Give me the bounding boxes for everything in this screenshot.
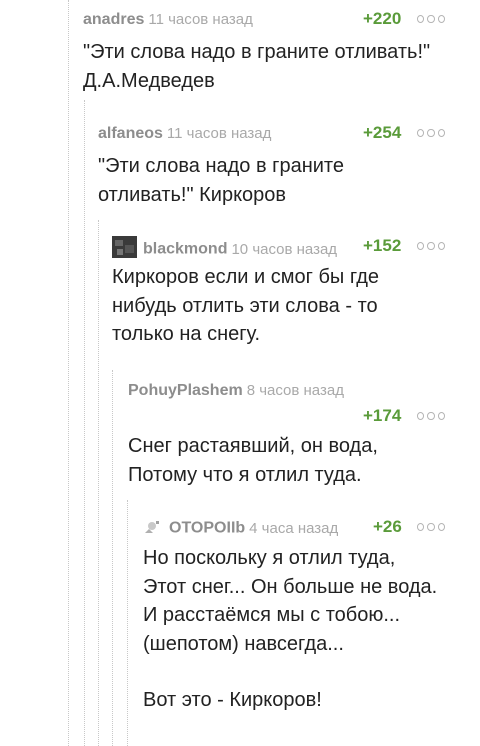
comment-author[interactable]: blackmond xyxy=(143,241,227,258)
comment-4: PohuyPlashem 8 часов назад +174 Снег раст… xyxy=(128,380,464,489)
comment-time[interactable]: 4 часа назад xyxy=(249,520,338,537)
more-dots-icon[interactable] xyxy=(417,242,445,250)
thread-line-3[interactable] xyxy=(98,220,99,746)
comment-text: "Эти слова надо в граните отливать!" Д.А… xyxy=(83,41,431,92)
more-dots-icon[interactable] xyxy=(417,129,445,137)
comment-rating: +152 xyxy=(363,236,402,255)
comment-text: "Эти слова надо в граните отливать!" Кир… xyxy=(98,155,344,206)
comment-1: anadres 11 часов назад +220 "Эти слова на… xyxy=(83,9,463,95)
comment-5: OTOPOIIb 4 часа назад +26 Но поскольку я … xyxy=(143,517,464,715)
comment-2: alfaneos 11 часов назад +254 "Эти слова н… xyxy=(98,123,463,209)
comment-time[interactable]: 11 часов назад xyxy=(167,125,271,142)
comment-text: Снег растаявший, он вода, Потому что я о… xyxy=(128,435,378,486)
user-avatar-icon[interactable] xyxy=(112,236,137,262)
comment-author[interactable]: OTOPOIIb xyxy=(169,520,245,537)
comment-time[interactable]: 10 часов назад xyxy=(231,241,337,258)
comment-time[interactable]: 11 часов назад xyxy=(148,11,252,28)
more-dots-icon[interactable] xyxy=(417,15,445,23)
comment-rating: +174 xyxy=(363,406,402,425)
comment-author[interactable]: PohuyPlashem xyxy=(128,382,243,399)
comment-rating: +254 xyxy=(363,123,402,142)
comment-time[interactable]: 8 часов назад xyxy=(247,382,344,399)
comment-text: Но поскольку я отлил туда, Этот снег... … xyxy=(143,547,438,711)
comment-text: Киркоров если и смог бы где нибудь отлит… xyxy=(112,266,380,345)
more-dots-icon[interactable] xyxy=(417,523,445,531)
comment-rating: +220 xyxy=(363,9,402,28)
thread-line-5[interactable] xyxy=(127,500,128,746)
thread-line-4[interactable] xyxy=(112,370,113,746)
comment-rating: +26 xyxy=(373,517,402,536)
thread-line-2[interactable] xyxy=(84,100,85,746)
default-avatar-icon[interactable] xyxy=(143,517,163,539)
thread-line-1[interactable] xyxy=(68,0,69,746)
comment-author[interactable]: anadres xyxy=(83,11,144,28)
comment-3: blackmond 10 часов назад +152 Киркоров ес… xyxy=(112,236,464,349)
more-dots-icon[interactable] xyxy=(417,412,445,420)
comment-author[interactable]: alfaneos xyxy=(98,125,163,142)
